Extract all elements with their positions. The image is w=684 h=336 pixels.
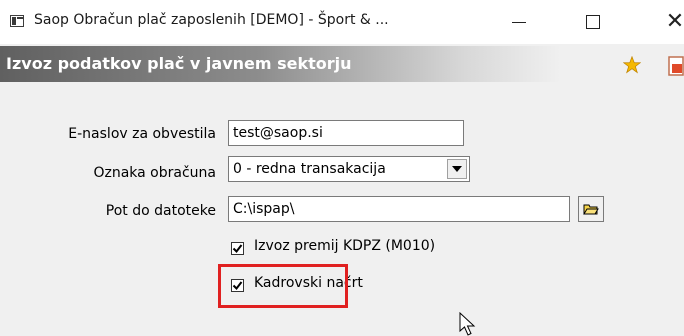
maximize-icon	[586, 15, 600, 29]
email-field[interactable]: test@saop.si	[228, 120, 464, 146]
type-select[interactable]: 0 - redna transakacija	[228, 156, 470, 182]
form-header: Izvoz podatkov plač v javnem sektorju	[0, 46, 684, 82]
chevron-down-icon[interactable]	[447, 159, 467, 179]
close-button[interactable]: ✕	[652, 0, 684, 44]
type-label: Oznaka obračuna	[93, 165, 216, 181]
close-icon: ✕	[665, 9, 684, 34]
minimize-icon	[512, 21, 526, 23]
path-field[interactable]: C:\ispap\	[228, 196, 570, 222]
path-label: Pot do datoteke	[105, 203, 216, 219]
highlight-annotation	[218, 264, 348, 308]
maximize-button[interactable]	[570, 0, 616, 44]
folder-open-icon	[583, 204, 599, 215]
window-title: Saop Obračun plač zaposlenih [DEMO] - Šp…	[34, 12, 389, 28]
mouse-cursor-icon	[459, 312, 476, 336]
document-icon[interactable]	[668, 56, 684, 76]
browse-button[interactable]	[578, 196, 604, 222]
kdpz-label: Izvoz premij KDPZ (M010)	[254, 238, 436, 254]
star-icon[interactable]	[623, 56, 641, 74]
type-select-value: 0 - redna transakacija	[233, 161, 386, 177]
email-label: E-naslov za obvestila	[68, 126, 216, 142]
check-icon	[232, 244, 243, 254]
window-titlebar: Saop Obračun plač zaposlenih [DEMO] - Šp…	[0, 0, 684, 44]
form-title: Izvoz podatkov plač v javnem sektorju	[6, 54, 352, 73]
window-icon[interactable]	[10, 15, 24, 27]
kdpz-checkbox[interactable]	[231, 242, 244, 255]
minimize-button[interactable]	[496, 0, 542, 44]
